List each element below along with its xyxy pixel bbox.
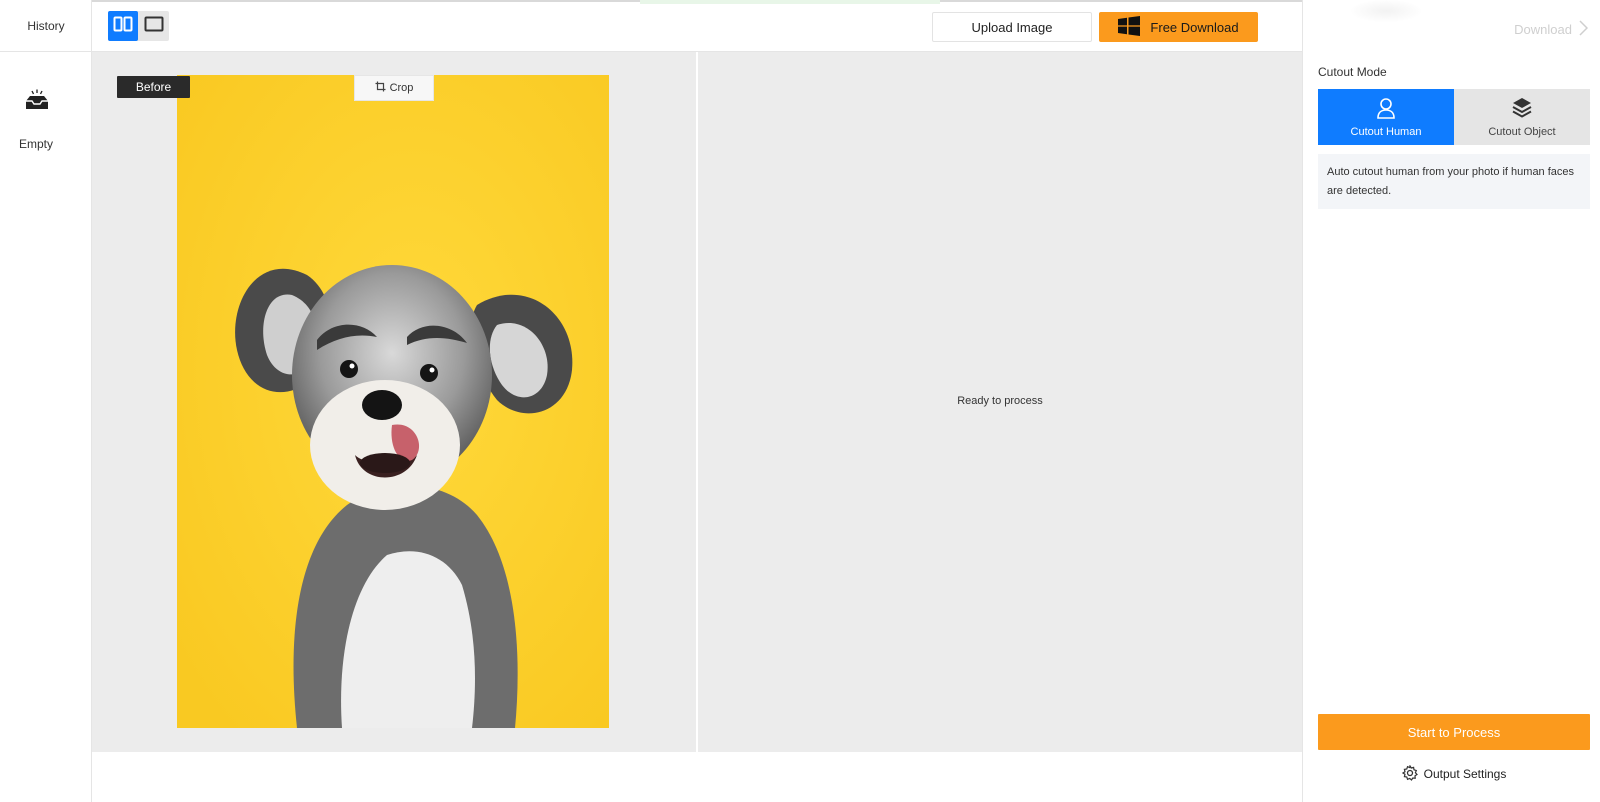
layers-icon — [1512, 97, 1532, 122]
top-progress-accent — [640, 0, 940, 4]
compare-canvas: Before Crop Ready to process — [92, 52, 1302, 752]
split-view-icon — [113, 16, 133, 37]
top-toolbar: Upload Image Free Download — [92, 0, 1302, 52]
chevron-right-icon — [1578, 20, 1589, 39]
before-badge: Before — [117, 76, 190, 98]
output-settings-link[interactable]: Output Settings — [1318, 763, 1590, 785]
sidebar-header-divider — [0, 51, 92, 52]
crop-button[interactable]: Crop — [354, 75, 434, 101]
download-link[interactable]: Download — [1514, 20, 1589, 39]
dog-illustration — [177, 75, 609, 728]
history-empty-label: Empty — [18, 137, 53, 151]
single-view-icon — [144, 16, 164, 37]
crop-label: Crop — [389, 82, 414, 94]
person-icon — [1376, 97, 1396, 122]
windows-logo-icon — [1118, 15, 1141, 39]
status-text: Ready to process — [957, 395, 1043, 407]
free-download-label: Free Download — [1150, 19, 1239, 35]
history-sidebar: History Empty — [0, 0, 92, 802]
app-window: History Empty Upload Image Free Download… — [0, 0, 1600, 802]
split-view-button[interactable] — [108, 11, 138, 41]
cutout-mode-description: Auto cutout human from your photo if hum… — [1318, 154, 1590, 209]
gear-icon — [1401, 763, 1418, 784]
history-title: History — [27, 19, 65, 33]
cutout-mode-tabs: Cutout Human Cutout Object — [1318, 89, 1590, 145]
cutout-mode-title: Cutout Mode — [1318, 65, 1387, 79]
start-process-button[interactable]: Start to Process — [1318, 714, 1590, 750]
view-mode-toggle — [108, 11, 169, 41]
tab-cutout-human[interactable]: Cutout Human — [1318, 89, 1454, 145]
tab-cutout-object[interactable]: Cutout Object — [1454, 89, 1590, 145]
source-photo — [177, 75, 609, 728]
crop-icon — [375, 81, 386, 95]
download-label: Download — [1514, 22, 1572, 37]
loading-placeholder — [1351, 0, 1421, 22]
cutout-human-label: Cutout Human — [1350, 125, 1422, 138]
free-download-button[interactable]: Free Download — [1099, 12, 1258, 42]
cutout-object-label: Cutout Object — [1488, 125, 1556, 138]
upload-image-button[interactable]: Upload Image — [932, 12, 1092, 42]
empty-tray-icon — [24, 88, 50, 112]
output-settings-label: Output Settings — [1423, 767, 1507, 781]
settings-panel: Download Cutout Mode Cutout Human Cutout… — [1302, 0, 1600, 802]
single-view-button[interactable] — [139, 11, 169, 41]
canvas-footer-space — [92, 752, 1302, 802]
